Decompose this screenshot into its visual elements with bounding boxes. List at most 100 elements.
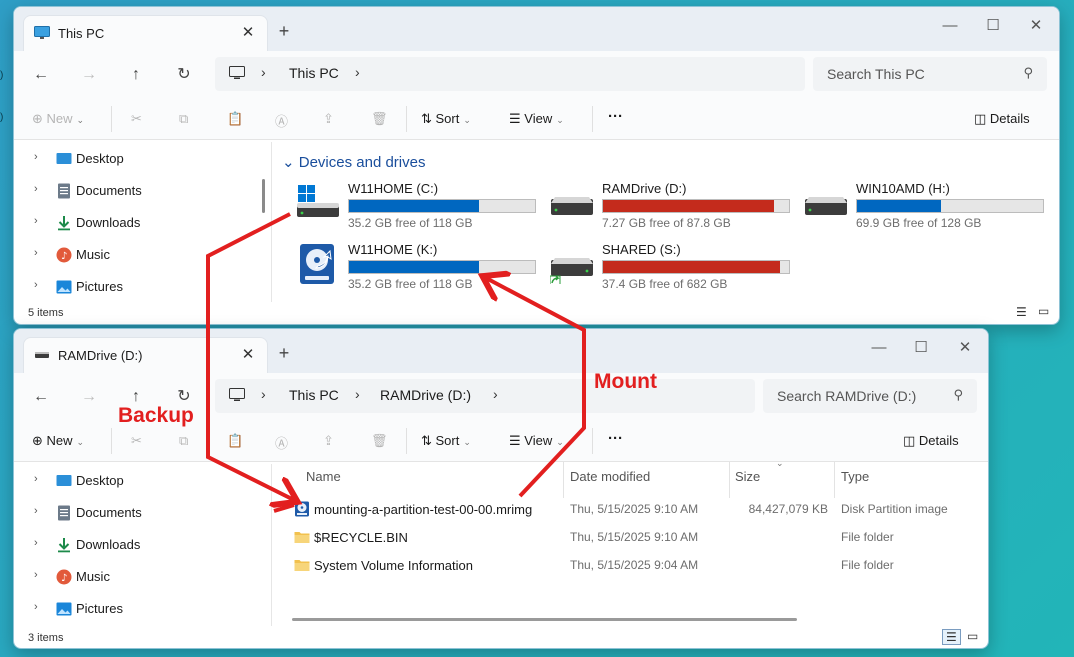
expand-chevron-icon[interactable]: › (34, 151, 38, 163)
forward-arrow-icon[interactable]: → (75, 385, 103, 409)
expand-chevron-icon[interactable]: › (34, 247, 38, 259)
tiles-view-icon[interactable]: ▭ (1038, 304, 1049, 318)
pictures-icon (56, 280, 72, 294)
minimize-button[interactable]: — (928, 13, 972, 39)
horizontal-scrollbar[interactable] (292, 618, 797, 621)
expand-chevron-icon[interactable]: › (34, 569, 38, 581)
column-header-date[interactable]: Date modified (570, 469, 650, 484)
back-arrow-icon[interactable]: ← (27, 63, 55, 87)
details-view-icon[interactable]: ☰ (1016, 305, 1027, 319)
view-button[interactable]: ☰ View ⌄ (509, 111, 564, 127)
expand-chevron-icon[interactable]: › (34, 183, 38, 195)
refresh-icon[interactable]: ↻ (170, 63, 198, 87)
breadcrumb-this-pc[interactable]: This PC (289, 65, 339, 81)
sidebar-item-desktop[interactable]: › Desktop (14, 466, 264, 496)
copy-icon[interactable]: ⧉ (179, 433, 188, 449)
drive-tile-d[interactable]: RAMDrive (D:) 7.27 GB free of 87.8 GB (550, 181, 800, 237)
rename-icon[interactable]: Ⓐ (275, 433, 288, 452)
sidebar-item-downloads[interactable]: › Downloads (14, 530, 264, 560)
view-button[interactable]: ☰ View ⌄ (509, 433, 564, 449)
column-divider[interactable] (729, 462, 730, 498)
tiles-view-icon[interactable]: ▭ (967, 629, 978, 643)
details-button[interactable]: ◫ Details (974, 111, 1030, 127)
disk-image-icon (295, 501, 309, 517)
back-arrow-icon[interactable]: ← (27, 385, 55, 409)
search-box[interactable]: Search This PC ⚲ (813, 57, 1047, 91)
drive-name: W11HOME (K:) (348, 242, 438, 257)
details-button[interactable]: ◫ Details (903, 433, 959, 449)
pane-divider[interactable] (271, 464, 272, 626)
expand-chevron-icon[interactable]: › (34, 601, 38, 613)
column-header-type[interactable]: Type (841, 469, 869, 484)
close-button[interactable]: ✕ (1014, 13, 1058, 39)
delete-icon[interactable]: 🗑 (371, 433, 388, 449)
sort-button[interactable]: ⇅ Sort ⌄ (421, 111, 471, 127)
new-tab-button[interactable]: + (273, 21, 295, 43)
maximize-button[interactable]: ☐ (971, 13, 1015, 39)
more-options-icon[interactable]: ··· (608, 430, 623, 447)
new-button[interactable]: ⊕ New ⌄ (32, 433, 84, 449)
breadcrumb-ramdrive[interactable]: RAMDrive (D:) (380, 387, 471, 403)
details-view-icon[interactable]: ☰ (942, 629, 961, 645)
sidebar-item-desktop[interactable]: › Desktop (14, 144, 264, 174)
file-row[interactable]: System Volume Information Thu, 5/15/2025… (282, 552, 982, 580)
file-row[interactable]: mounting-a-partition-test-00-00.mrimg Th… (282, 496, 982, 524)
drive-tile-s[interactable]: SHARED (S:) 37.4 GB free of 682 GB (550, 242, 800, 298)
search-box[interactable]: Search RAMDrive (D:) ⚲ (763, 379, 977, 413)
share-icon[interactable]: ⇪ (323, 433, 334, 449)
sidebar-item-documents[interactable]: › Documents (14, 498, 264, 528)
sidebar-item-music[interactable]: › ♪ Music (14, 240, 264, 270)
folder-icon (294, 532, 310, 543)
maximize-button[interactable]: ☐ (899, 335, 943, 361)
more-options-icon[interactable]: ··· (608, 108, 623, 125)
up-arrow-icon[interactable]: ↑ (122, 63, 150, 87)
devices-and-drives-header[interactable]: ⌄ Devices and drives (282, 153, 425, 171)
sidebar-item-label: Downloads (76, 537, 141, 552)
sidebar-item-pictures[interactable]: › Pictures (14, 594, 264, 624)
sidebar-scrollbar-thumb[interactable] (262, 179, 265, 213)
tab-this-pc[interactable]: This PC ✕ (23, 15, 268, 51)
documents-icon (58, 505, 70, 521)
copy-icon[interactable]: ⧉ (179, 111, 188, 127)
divider (592, 106, 593, 132)
file-row[interactable]: $RECYCLE.BIN Thu, 5/15/2025 9:10 AM File… (282, 524, 982, 552)
sidebar-item-music[interactable]: › ♪ Music (14, 562, 264, 592)
sidebar-item-downloads[interactable]: › Downloads (14, 208, 264, 238)
drive-tile-h[interactable]: WIN10AMD (H:) 69.9 GB free of 128 GB (804, 181, 1054, 237)
sidebar-item-documents[interactable]: › Documents (14, 176, 264, 206)
expand-chevron-icon[interactable]: › (34, 215, 38, 227)
address-bar[interactable]: › This PC › RAMDrive (D:) › (215, 379, 755, 413)
close-button[interactable]: ✕ (943, 335, 987, 361)
rename-icon[interactable]: Ⓐ (275, 111, 288, 130)
paste-icon[interactable]: 📋 (227, 111, 243, 127)
tab-close-icon[interactable]: ✕ (237, 344, 259, 366)
sort-button[interactable]: ⇅ Sort ⌄ (421, 433, 471, 449)
column-divider[interactable] (834, 462, 835, 498)
minimize-button[interactable]: — (857, 335, 901, 361)
cut-icon[interactable]: ✂ (131, 111, 142, 127)
sidebar-item-pictures[interactable]: › Pictures (14, 272, 264, 302)
expand-chevron-icon[interactable]: › (34, 279, 38, 291)
cut-icon[interactable]: ✂ (131, 433, 142, 449)
drive-usage-bar (602, 260, 790, 274)
new-tab-button[interactable]: + (273, 343, 295, 365)
new-button[interactable]: ⊕ New ⌄ (32, 111, 84, 127)
pane-divider[interactable] (271, 142, 272, 302)
share-icon[interactable]: ⇪ (323, 111, 334, 127)
address-bar[interactable]: › This PC › (215, 57, 805, 91)
column-header-name[interactable]: Name (306, 469, 341, 484)
tab-ramdrive[interactable]: RAMDrive (D:) ✕ (23, 337, 268, 373)
tab-close-icon[interactable]: ✕ (237, 22, 259, 44)
delete-icon[interactable]: 🗑 (371, 111, 388, 127)
drive-tile-k[interactable]: W11HOME (K:) 35.2 GB free of 118 GB (296, 242, 546, 298)
forward-arrow-icon[interactable]: → (75, 63, 103, 87)
expand-chevron-icon[interactable]: › (34, 537, 38, 549)
paste-icon[interactable]: 📋 (227, 433, 243, 449)
breadcrumb-this-pc[interactable]: This PC (289, 387, 339, 403)
sidebar-item-label: Desktop (76, 151, 124, 166)
expand-chevron-icon[interactable]: › (34, 473, 38, 485)
drive-tile-c[interactable]: W11HOME (C:) 35.2 GB free of 118 GB (296, 181, 546, 237)
expand-chevron-icon[interactable]: › (34, 505, 38, 517)
column-divider[interactable] (563, 462, 564, 498)
column-header-size[interactable]: Size (735, 469, 760, 484)
